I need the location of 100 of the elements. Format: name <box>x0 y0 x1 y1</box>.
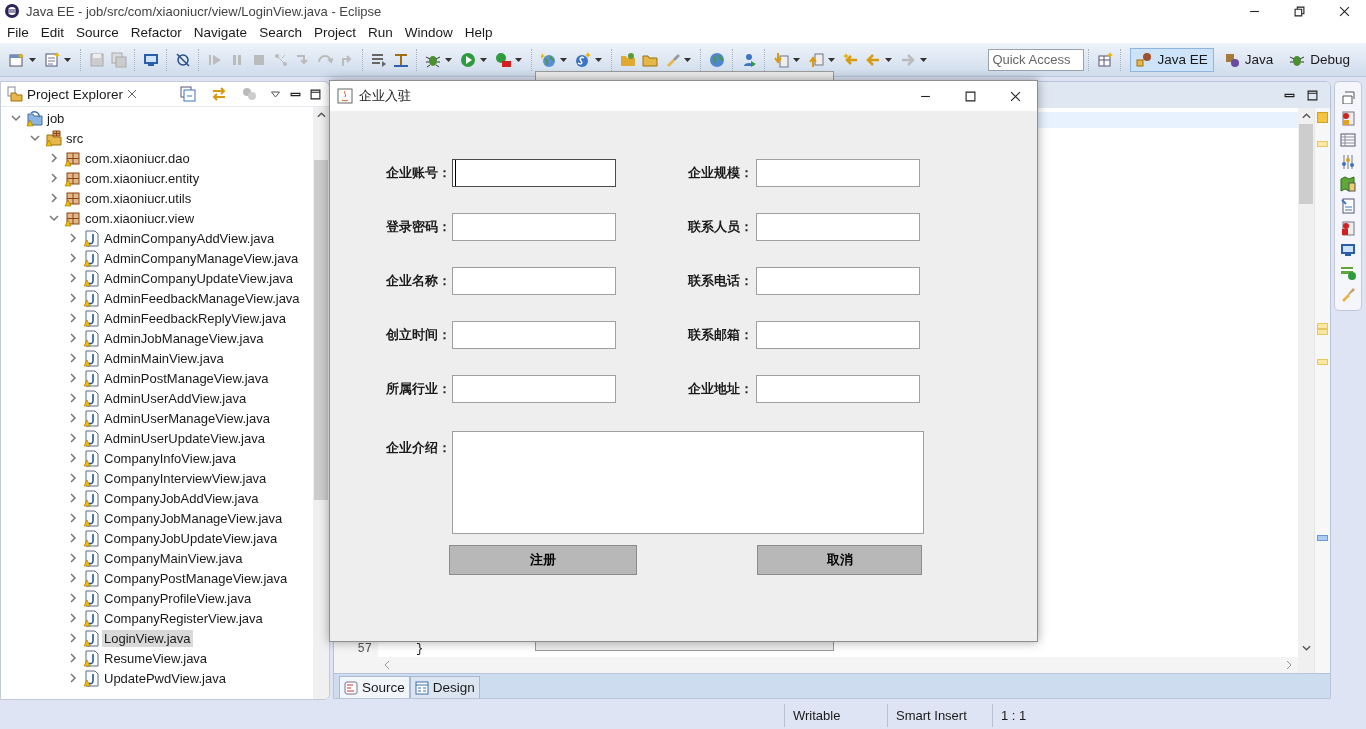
tree-item[interactable]: AdminUserUpdateView.java <box>102 429 267 447</box>
collapsed-chevron-icon[interactable] <box>68 653 78 663</box>
text-tool-icon[interactable] <box>393 51 409 68</box>
collapsed-chevron-icon[interactable] <box>68 473 78 483</box>
dropdown-caret-icon[interactable] <box>515 57 522 62</box>
collapsed-chevron-icon[interactable] <box>68 413 78 423</box>
document-list-icon[interactable] <box>1340 198 1356 214</box>
collapsed-chevron-icon[interactable] <box>49 173 59 183</box>
skip-breakpoints-icon[interactable] <box>175 51 191 68</box>
dropdown-caret-icon[interactable] <box>828 57 835 62</box>
tree-item[interactable]: CompanyMainView.java <box>102 549 245 567</box>
servers-icon[interactable] <box>1340 110 1356 126</box>
tree-item[interactable]: CompanyInfoView.java <box>102 449 238 467</box>
table-icon[interactable] <box>1340 132 1356 148</box>
tree-item[interactable]: CompanyPostManageView.java <box>102 569 290 587</box>
scroll-up-icon[interactable] <box>1301 113 1311 119</box>
list-icon[interactable] <box>371 51 387 68</box>
collapsed-chevron-icon[interactable] <box>68 453 78 463</box>
tree-item[interactable]: AdminUserAddView.java <box>102 389 249 407</box>
map-icon[interactable] <box>1340 176 1356 192</box>
tree-item[interactable]: CompanyProfileView.java <box>102 589 254 607</box>
open-perspective-icon[interactable] <box>1097 51 1114 68</box>
tree-item[interactable]: CompanyJobUpdateView.java <box>102 529 280 547</box>
tree-item[interactable]: CompanyJobAddView.java <box>102 489 261 507</box>
collapse-all-icon[interactable] <box>180 86 196 102</box>
open-folder-icon[interactable] <box>620 51 636 68</box>
collapsed-chevron-icon[interactable] <box>68 573 78 583</box>
dropdown-caret-icon[interactable] <box>445 57 452 62</box>
scroll-up-icon[interactable] <box>316 112 326 118</box>
dropdown-caret-icon[interactable] <box>64 57 71 62</box>
editor-tab[interactable]: Design <box>409 676 480 698</box>
horizontal-scrollbar[interactable] <box>378 657 1298 673</box>
cancel-button[interactable]: 取消 <box>757 545 922 575</box>
tree-item[interactable]: AdminCompanyManageView.java <box>102 249 301 267</box>
dropdown-caret-icon[interactable] <box>480 57 487 62</box>
maximize-icon[interactable] <box>310 88 321 100</box>
tree-item[interactable]: com.xiaoniucr.view <box>83 209 197 227</box>
new-class-icon[interactable] <box>575 51 591 68</box>
scrollbar-thumb[interactable] <box>314 160 328 500</box>
collapsed-chevron-icon[interactable] <box>49 193 59 203</box>
collapsed-chevron-icon[interactable] <box>49 153 59 163</box>
dropdown-caret-icon[interactable] <box>29 57 36 62</box>
collapsed-chevron-icon[interactable] <box>68 493 78 503</box>
maximize-icon[interactable] <box>1307 89 1318 101</box>
collapsed-chevron-icon[interactable] <box>68 273 78 283</box>
input-field[interactable] <box>452 159 616 187</box>
scroll-down-icon[interactable] <box>1301 645 1311 651</box>
menu-item[interactable]: Refactor <box>126 25 190 40</box>
editor-tab[interactable]: Source <box>339 676 410 698</box>
expanded-chevron-icon[interactable] <box>49 213 59 223</box>
menu-item[interactable]: Help <box>460 25 501 40</box>
link-editor-icon[interactable] <box>211 86 227 102</box>
expanded-chevron-icon[interactable] <box>11 113 21 123</box>
close-icon[interactable] <box>1010 90 1021 102</box>
run-icon[interactable] <box>460 51 476 68</box>
input-field[interactable] <box>452 213 616 241</box>
menu-item[interactable]: Run <box>363 25 401 40</box>
input-field[interactable] <box>756 375 920 403</box>
tree-item[interactable]: AdminPostManageView.java <box>102 369 271 387</box>
view-menu-icon[interactable] <box>270 90 281 98</box>
error-log-icon[interactable] <box>1340 220 1356 236</box>
collapsed-chevron-icon[interactable] <box>68 233 78 243</box>
menu-item[interactable]: Window <box>400 25 461 40</box>
input-field[interactable] <box>452 267 616 295</box>
collapsed-chevron-icon[interactable] <box>68 673 78 683</box>
menu-item[interactable]: Project <box>309 25 364 40</box>
collapsed-chevron-icon[interactable] <box>68 333 78 343</box>
perspective-button[interactable]: Java EE <box>1130 47 1214 72</box>
monitor-icon[interactable] <box>143 51 159 68</box>
tree-item[interactable]: AdminFeedbackManageView.java <box>102 289 302 307</box>
dropdown-caret-icon[interactable] <box>560 57 567 62</box>
scroll-right-icon[interactable] <box>1286 660 1292 670</box>
collapsed-chevron-icon[interactable] <box>68 533 78 543</box>
perspective-button[interactable]: Java <box>1217 47 1280 72</box>
tree-item[interactable]: CompanyJobManageView.java <box>102 509 285 527</box>
collapsed-chevron-icon[interactable] <box>68 613 78 623</box>
input-field[interactable] <box>756 159 920 187</box>
panel-title[interactable]: Project Explorer <box>27 86 124 102</box>
tree-item[interactable]: AdminCompanyAddView.java <box>102 229 277 247</box>
menu-item[interactable]: Edit <box>36 25 73 40</box>
menu-item[interactable]: File <box>3 25 37 40</box>
restore-icon[interactable] <box>1294 5 1305 17</box>
menu-item[interactable]: Search <box>255 25 310 40</box>
tree-item[interactable]: CompanyInterviewView.java <box>102 469 269 487</box>
perspective-button[interactable]: Debug <box>1283 47 1356 72</box>
input-field[interactable] <box>756 267 920 295</box>
quick-access-field[interactable]: Quick Access <box>988 48 1085 71</box>
monitor-icon[interactable] <box>1340 242 1356 258</box>
web-globe-icon[interactable] <box>709 51 725 68</box>
dropdown-caret-icon[interactable] <box>793 57 800 62</box>
collapsed-chevron-icon[interactable] <box>68 593 78 603</box>
tree-item[interactable]: LoginView.java <box>102 629 193 647</box>
sliders-icon[interactable] <box>1340 154 1356 170</box>
tree-item[interactable]: com.xiaoniucr.entity <box>83 169 202 187</box>
collapsed-chevron-icon[interactable] <box>68 353 78 363</box>
tree-item[interactable]: src <box>64 129 86 147</box>
scrollbar[interactable] <box>1298 108 1314 673</box>
input-field[interactable] <box>756 213 920 241</box>
dropdown-caret-icon[interactable] <box>595 57 602 62</box>
tree-item[interactable]: AdminUserManageView.java <box>102 409 272 427</box>
